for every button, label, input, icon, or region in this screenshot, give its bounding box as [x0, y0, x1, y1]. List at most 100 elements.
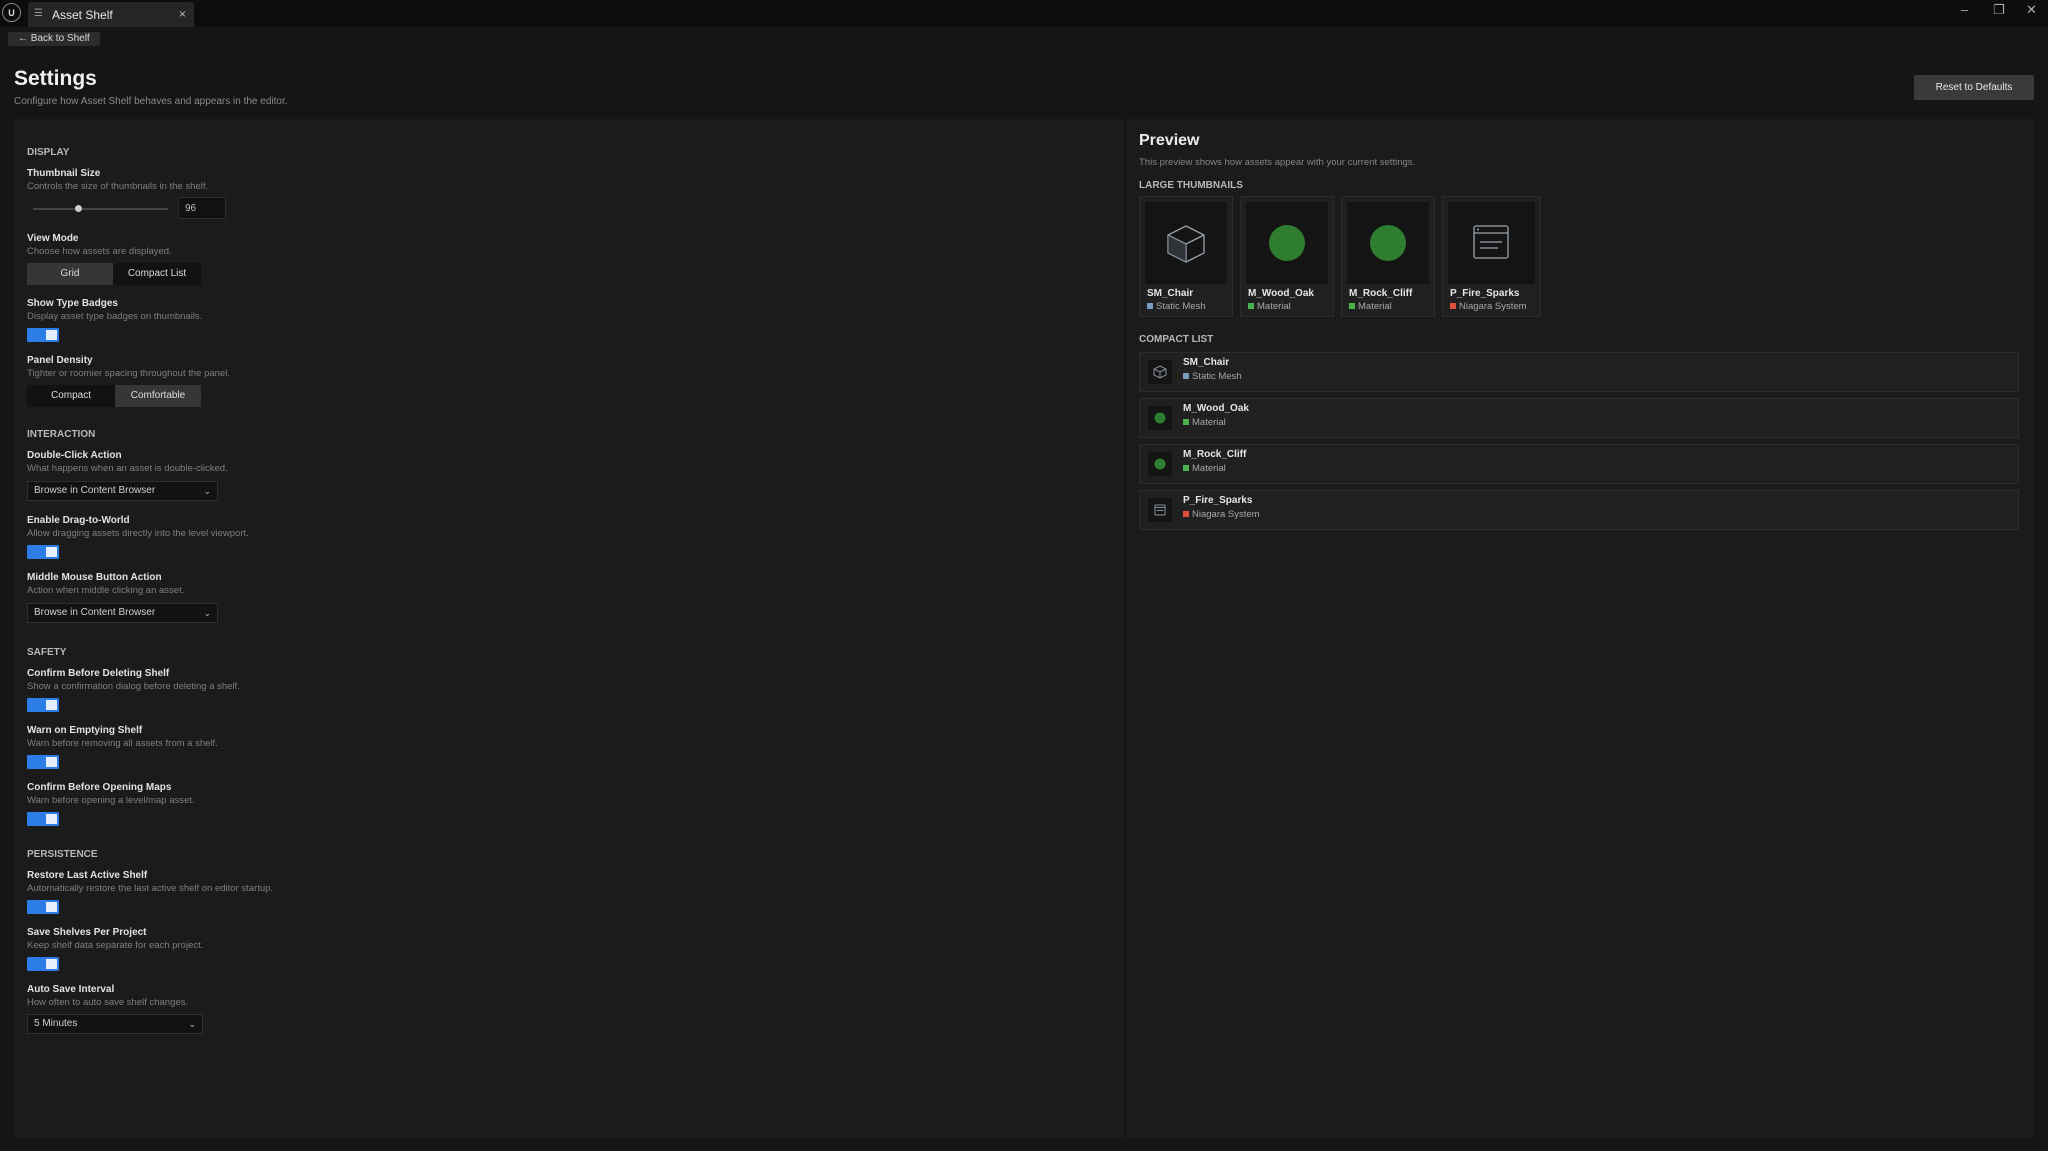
asset-name: P_Fire_Sparks	[1183, 495, 1253, 506]
page-subtitle: Configure how Asset Shelf behaves and ap…	[14, 96, 288, 107]
panel-density-label: Panel Density	[27, 355, 93, 366]
thumbnail-size-slider-handle[interactable]	[75, 205, 82, 212]
warn-emptying-shelf-desc: Warn before removing all assets from a s…	[27, 738, 218, 749]
type-badge-dot	[1248, 303, 1254, 309]
show-type-badges-toggle[interactable]	[27, 328, 59, 342]
save-per-project-toggle[interactable]	[27, 957, 59, 971]
asset-type: Material	[1248, 301, 1291, 312]
tab-close-icon[interactable]: ×	[179, 7, 186, 21]
density-comfortable-button[interactable]: Comfortable	[115, 385, 201, 407]
type-badge-dot	[1183, 419, 1189, 425]
warn-emptying-shelf-label: Warn on Emptying Shelf	[27, 725, 143, 736]
confirm-opening-maps-label: Confirm Before Opening Maps	[27, 782, 172, 793]
restore-last-shelf-toggle[interactable]	[27, 900, 59, 914]
thumbnail-card[interactable]: M_Rock_Cliff Material	[1341, 196, 1435, 317]
settings-panel: DISPLAY Thumbnail Size Controls the size…	[14, 119, 1124, 1138]
type-badge-dot	[1450, 303, 1456, 309]
shelf-icon: ☰	[34, 8, 43, 19]
auto-save-interval-value: 5 Minutes	[34, 1018, 78, 1029]
enable-drag-to-world-toggle[interactable]	[27, 545, 59, 559]
auto-save-interval-label: Auto Save Interval	[27, 984, 115, 995]
chevron-down-icon: ⌄	[203, 486, 211, 496]
double-click-action-dropdown[interactable]: Browse in Content Browser ⌄	[27, 481, 218, 501]
close-window-icon[interactable]: ✕	[2026, 2, 2037, 18]
double-click-action-value: Browse in Content Browser	[34, 485, 156, 496]
section-display: DISPLAY	[27, 147, 70, 158]
title-bar: U ☰ Asset Shelf × – ❐ ✕	[0, 0, 2048, 27]
confirm-delete-shelf-toggle[interactable]	[27, 698, 59, 712]
save-per-project-label: Save Shelves Per Project	[27, 927, 147, 938]
enable-drag-to-world-desc: Allow dragging assets directly into the …	[27, 528, 249, 539]
confirm-opening-maps-desc: Warn before opening a level/map asset.	[27, 795, 195, 806]
preview-panel: Preview This preview shows how assets ap…	[1127, 119, 2034, 1138]
confirm-delete-shelf-desc: Show a confirmation dialog before deleti…	[27, 681, 240, 692]
view-mode-desc: Choose how assets are displayed.	[27, 246, 172, 257]
page-title: Settings	[14, 67, 97, 90]
list-item[interactable]: M_Rock_Cliff Material	[1139, 444, 2019, 484]
confirm-opening-maps-toggle[interactable]	[27, 812, 59, 826]
density-compact-button[interactable]: Compact	[27, 385, 115, 407]
asset-type: Material	[1349, 301, 1392, 312]
thumbnail-card[interactable]: P_Fire_Sparks Niagara System	[1442, 196, 1541, 317]
chevron-down-icon: ⌄	[188, 1019, 196, 1029]
asset-name: M_Rock_Cliff	[1349, 288, 1413, 299]
material-sphere-icon	[1148, 406, 1172, 430]
asset-name: M_Wood_Oak	[1248, 288, 1314, 299]
view-mode-compact-list-button[interactable]: Compact List	[113, 263, 201, 285]
cube-icon	[1145, 202, 1227, 284]
middle-mouse-action-value: Browse in Content Browser	[34, 607, 156, 618]
asset-type: Niagara System	[1183, 509, 1260, 520]
thumbnail-size-slider[interactable]	[33, 208, 168, 210]
thumbnail-size-input[interactable]: 96	[178, 197, 226, 219]
unreal-logo-icon: U	[2, 3, 21, 22]
material-sphere-icon	[1148, 452, 1172, 476]
enable-drag-to-world-label: Enable Drag-to-World	[27, 515, 130, 526]
list-item[interactable]: M_Wood_Oak Material	[1139, 398, 2019, 438]
asset-type: Material	[1183, 463, 1226, 474]
thumbnail-size-label: Thumbnail Size	[27, 168, 101, 179]
back-to-shelf-button[interactable]: ← Back to Shelf	[8, 32, 100, 46]
type-badge-dot	[1349, 303, 1355, 309]
asset-type: Material	[1183, 417, 1226, 428]
cube-icon	[1148, 360, 1172, 384]
asset-type: Niagara System	[1450, 301, 1527, 312]
view-mode-label: View Mode	[27, 233, 79, 244]
show-type-badges-label: Show Type Badges	[27, 298, 118, 309]
middle-mouse-action-desc: Action when middle clicking an asset.	[27, 585, 185, 596]
list-item[interactable]: P_Fire_Sparks Niagara System	[1139, 490, 2019, 530]
niagara-system-icon	[1148, 498, 1172, 522]
list-item[interactable]: SM_Chair Static Mesh	[1139, 352, 2019, 392]
middle-mouse-action-dropdown[interactable]: Browse in Content Browser ⌄	[27, 603, 218, 623]
asset-type: Static Mesh	[1183, 371, 1242, 382]
type-badge-dot	[1183, 373, 1189, 379]
restore-last-shelf-label: Restore Last Active Shelf	[27, 870, 148, 881]
confirm-delete-shelf-label: Confirm Before Deleting Shelf	[27, 668, 170, 679]
panel-density-desc: Tighter or roomier spacing throughout th…	[27, 368, 230, 379]
view-mode-grid-button[interactable]: Grid	[27, 263, 113, 285]
material-sphere-icon	[1347, 202, 1429, 284]
minimize-icon[interactable]: –	[1961, 2, 1968, 17]
large-thumbnails-header: LARGE THUMBNAILS	[1139, 180, 1243, 191]
thumbnail-size-desc: Controls the size of thumbnails in the s…	[27, 181, 209, 192]
reset-to-defaults-button[interactable]: Reset to Defaults	[1914, 75, 2034, 100]
auto-save-interval-desc: How often to auto save shelf changes.	[27, 997, 189, 1008]
thumbnail-card[interactable]: M_Wood_Oak Material	[1240, 196, 1334, 317]
tab-asset-shelf[interactable]: ☰ Asset Shelf ×	[28, 2, 194, 27]
section-persistence: PERSISTENCE	[27, 849, 98, 860]
asset-name: SM_Chair	[1147, 288, 1194, 299]
thumbnail-card[interactable]: SM_Chair Static Mesh	[1139, 196, 1233, 317]
type-badge-dot	[1147, 303, 1153, 309]
view-mode-segmented: Grid Compact List	[27, 263, 201, 285]
auto-save-interval-dropdown[interactable]: 5 Minutes ⌄	[27, 1014, 203, 1034]
asset-name: M_Rock_Cliff	[1183, 449, 1247, 460]
type-badge-dot	[1183, 511, 1189, 517]
restore-icon[interactable]: ❐	[1993, 2, 2005, 18]
double-click-action-desc: What happens when an asset is double-cli…	[27, 463, 228, 474]
niagara-system-icon	[1448, 202, 1535, 284]
show-type-badges-desc: Display asset type badges on thumbnails.	[27, 311, 203, 322]
double-click-action-label: Double-Click Action	[27, 450, 122, 461]
section-interaction: INTERACTION	[27, 429, 96, 440]
asset-type: Static Mesh	[1147, 301, 1206, 312]
preview-title: Preview	[1139, 132, 1200, 149]
warn-emptying-shelf-toggle[interactable]	[27, 755, 59, 769]
